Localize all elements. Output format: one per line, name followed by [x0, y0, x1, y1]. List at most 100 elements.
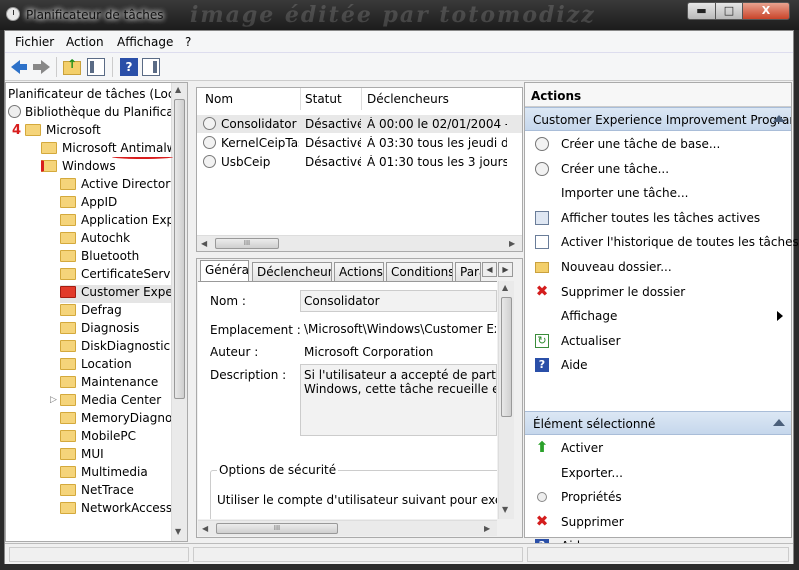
- tree-item[interactable]: Active Directory: [60, 177, 177, 195]
- tree-item[interactable]: MobilePC: [60, 429, 136, 447]
- show-hide-action-pane-icon[interactable]: [142, 58, 160, 76]
- name-field[interactable]: Consolidator: [300, 290, 497, 312]
- actions-section-header-selected[interactable]: Élément sélectionné: [525, 411, 791, 435]
- scroll-up-icon[interactable]: ▲: [175, 85, 181, 94]
- tree-item[interactable]: Defrag: [60, 303, 122, 321]
- scrollbar-thumb[interactable]: III: [216, 523, 338, 534]
- folder-icon: [60, 466, 76, 478]
- column-divider[interactable]: [300, 88, 301, 110]
- tree-microsoft[interactable]: 4 Microsoft: [12, 123, 101, 141]
- tree-item[interactable]: MemoryDiagnostic: [60, 411, 187, 429]
- tree-item[interactable]: CertificateServicesClient: [60, 267, 187, 285]
- action-item[interactable]: Nouveau dossier...: [525, 256, 791, 280]
- menu-affichage[interactable]: Affichage: [117, 35, 173, 49]
- tree-item[interactable]: Location: [60, 357, 132, 375]
- maximize-button[interactable]: □: [715, 2, 743, 20]
- action-item[interactable]: Afficher toutes les tâches actives: [525, 207, 791, 231]
- action-item[interactable]: ⬆ Activer: [525, 437, 791, 461]
- column-divider[interactable]: [361, 88, 362, 110]
- show-hide-console-tree-icon[interactable]: [87, 58, 105, 76]
- action-item[interactable]: ↻ Actualiser: [525, 330, 791, 354]
- action-item[interactable]: Exporter...: [525, 462, 791, 486]
- folder-icon: [60, 322, 76, 334]
- tree-item[interactable]: NetworkAccessProtection: [60, 501, 187, 519]
- action-item[interactable]: Propriétés: [525, 486, 791, 510]
- tab-triggers[interactable]: Déclencheurs: [252, 262, 332, 281]
- action-item[interactable]: Créer une tâche de base...: [525, 133, 791, 157]
- action-item[interactable]: Créer une tâche...: [525, 158, 791, 182]
- tree-item[interactable]: Bluetooth: [60, 249, 139, 267]
- menu-action[interactable]: Action: [66, 35, 104, 49]
- tree-item[interactable]: Autochk: [60, 231, 130, 249]
- expand-arrow-icon[interactable]: ▷: [50, 395, 57, 405]
- action-item[interactable]: Importer une tâche...: [525, 182, 791, 206]
- action-item[interactable]: ? Aide: [525, 354, 791, 378]
- details-horizontal-scrollbar[interactable]: ◀ III ▶: [198, 520, 497, 536]
- tree-item[interactable]: NetTrace: [60, 483, 134, 501]
- help-icon[interactable]: ?: [120, 58, 138, 76]
- collapse-caret-icon[interactable]: [773, 419, 785, 426]
- tab-actions[interactable]: Actions: [334, 262, 384, 281]
- tab-scroll-left-icon[interactable]: ◀: [482, 262, 497, 277]
- folder-icon: [60, 448, 76, 460]
- scroll-left-icon[interactable]: ◀: [202, 524, 208, 533]
- scrollbar-thumb[interactable]: [501, 297, 512, 417]
- column-header-name[interactable]: Nom: [205, 92, 233, 106]
- column-header-status[interactable]: Statut: [305, 92, 342, 106]
- action-item[interactable]: ✖ Supprimer le dossier: [525, 281, 791, 305]
- tab-general[interactable]: Général: [200, 260, 249, 282]
- collapse-caret-icon[interactable]: [773, 115, 785, 122]
- scrollbar-thumb[interactable]: [174, 99, 185, 399]
- tree-item[interactable]: Customer Experience Improvement Program: [60, 285, 187, 303]
- tree-item[interactable]: MUI: [60, 447, 104, 465]
- tree-item[interactable]: DiskDiagnostic: [60, 339, 170, 357]
- tree-item[interactable]: Media Center: [60, 393, 161, 411]
- tree-item[interactable]: AppID: [60, 195, 117, 213]
- tree-item-label: Active Directory: [81, 177, 178, 191]
- close-button[interactable]: X: [742, 2, 790, 20]
- actions-section-header-folder[interactable]: Customer Experience Improvement Program: [525, 107, 791, 131]
- location-label: Emplacement :: [210, 323, 301, 337]
- tree-item[interactable]: Diagnosis: [60, 321, 139, 339]
- menu-fichier[interactable]: Fichier: [15, 35, 54, 49]
- tree-item[interactable]: Multimedia: [60, 465, 148, 483]
- forward-arrow-icon[interactable]: [33, 58, 51, 76]
- action-item[interactable]: ✖ Supprimer: [525, 511, 791, 535]
- column-header-triggers[interactable]: Déclencheurs: [367, 92, 449, 106]
- description-field[interactable]: Si l'utilisateur a accepté de participer…: [300, 364, 497, 436]
- tree-library[interactable]: Bibliothèque du Planificateur: [8, 105, 187, 123]
- tree-root[interactable]: Planificateur de tâches (Local): [8, 87, 187, 105]
- details-vertical-scrollbar[interactable]: ▲ ▼: [498, 281, 514, 519]
- action-item[interactable]: Activer l'historique de toutes les tâche…: [525, 231, 799, 255]
- tree-vertical-scrollbar[interactable]: ▲ ▼: [171, 83, 187, 541]
- tree-item-label: Defrag: [81, 303, 122, 317]
- scroll-right-icon[interactable]: ▶: [509, 239, 515, 248]
- action-item[interactable]: Affichage: [525, 305, 791, 329]
- menu-help[interactable]: ?: [185, 35, 191, 49]
- scroll-down-icon[interactable]: ▼: [175, 527, 181, 536]
- tree-item[interactable]: Maintenance: [60, 375, 158, 393]
- folder-up-icon[interactable]: [63, 57, 81, 75]
- task-row[interactable]: Consolidator Désactivé À 00:00 le 02/01/…: [197, 115, 522, 133]
- scroll-down-icon[interactable]: ▼: [502, 505, 508, 514]
- scrollbar-thumb[interactable]: III: [215, 238, 279, 249]
- task-clock-icon: [203, 155, 216, 168]
- scroll-right-icon[interactable]: ▶: [484, 524, 490, 533]
- tree-windows[interactable]: Windows: [41, 159, 116, 177]
- task-row[interactable]: UsbCeip Désactivé À 01:30 tous les 3 jou…: [197, 153, 522, 171]
- minimize-button[interactable]: ▬: [687, 2, 716, 20]
- section-header-label: Élément sélectionné: [533, 417, 656, 431]
- tab-scroll-right-icon[interactable]: ▶: [498, 262, 513, 277]
- back-arrow-icon[interactable]: [11, 58, 29, 76]
- scroll-up-icon[interactable]: ▲: [502, 283, 508, 292]
- details-tab-bar: Général Déclencheurs Actions Conditions …: [197, 259, 522, 282]
- folder-icon: [60, 376, 76, 388]
- tab-conditions[interactable]: Conditions: [386, 262, 453, 281]
- tree-item[interactable]: Application Experience: [60, 213, 187, 231]
- scroll-left-icon[interactable]: ◀: [201, 239, 207, 248]
- folder-icon: [60, 484, 76, 496]
- task-row[interactable]: KernelCeipTask Désactivé À 03:30 tous le…: [197, 134, 522, 152]
- main-window: Fichier Action Affichage ? ? Planificate…: [4, 30, 799, 564]
- tab-settings[interactable]: Paramètres: [455, 262, 481, 281]
- task-list-horizontal-scrollbar[interactable]: ◀ III ▶: [197, 235, 522, 251]
